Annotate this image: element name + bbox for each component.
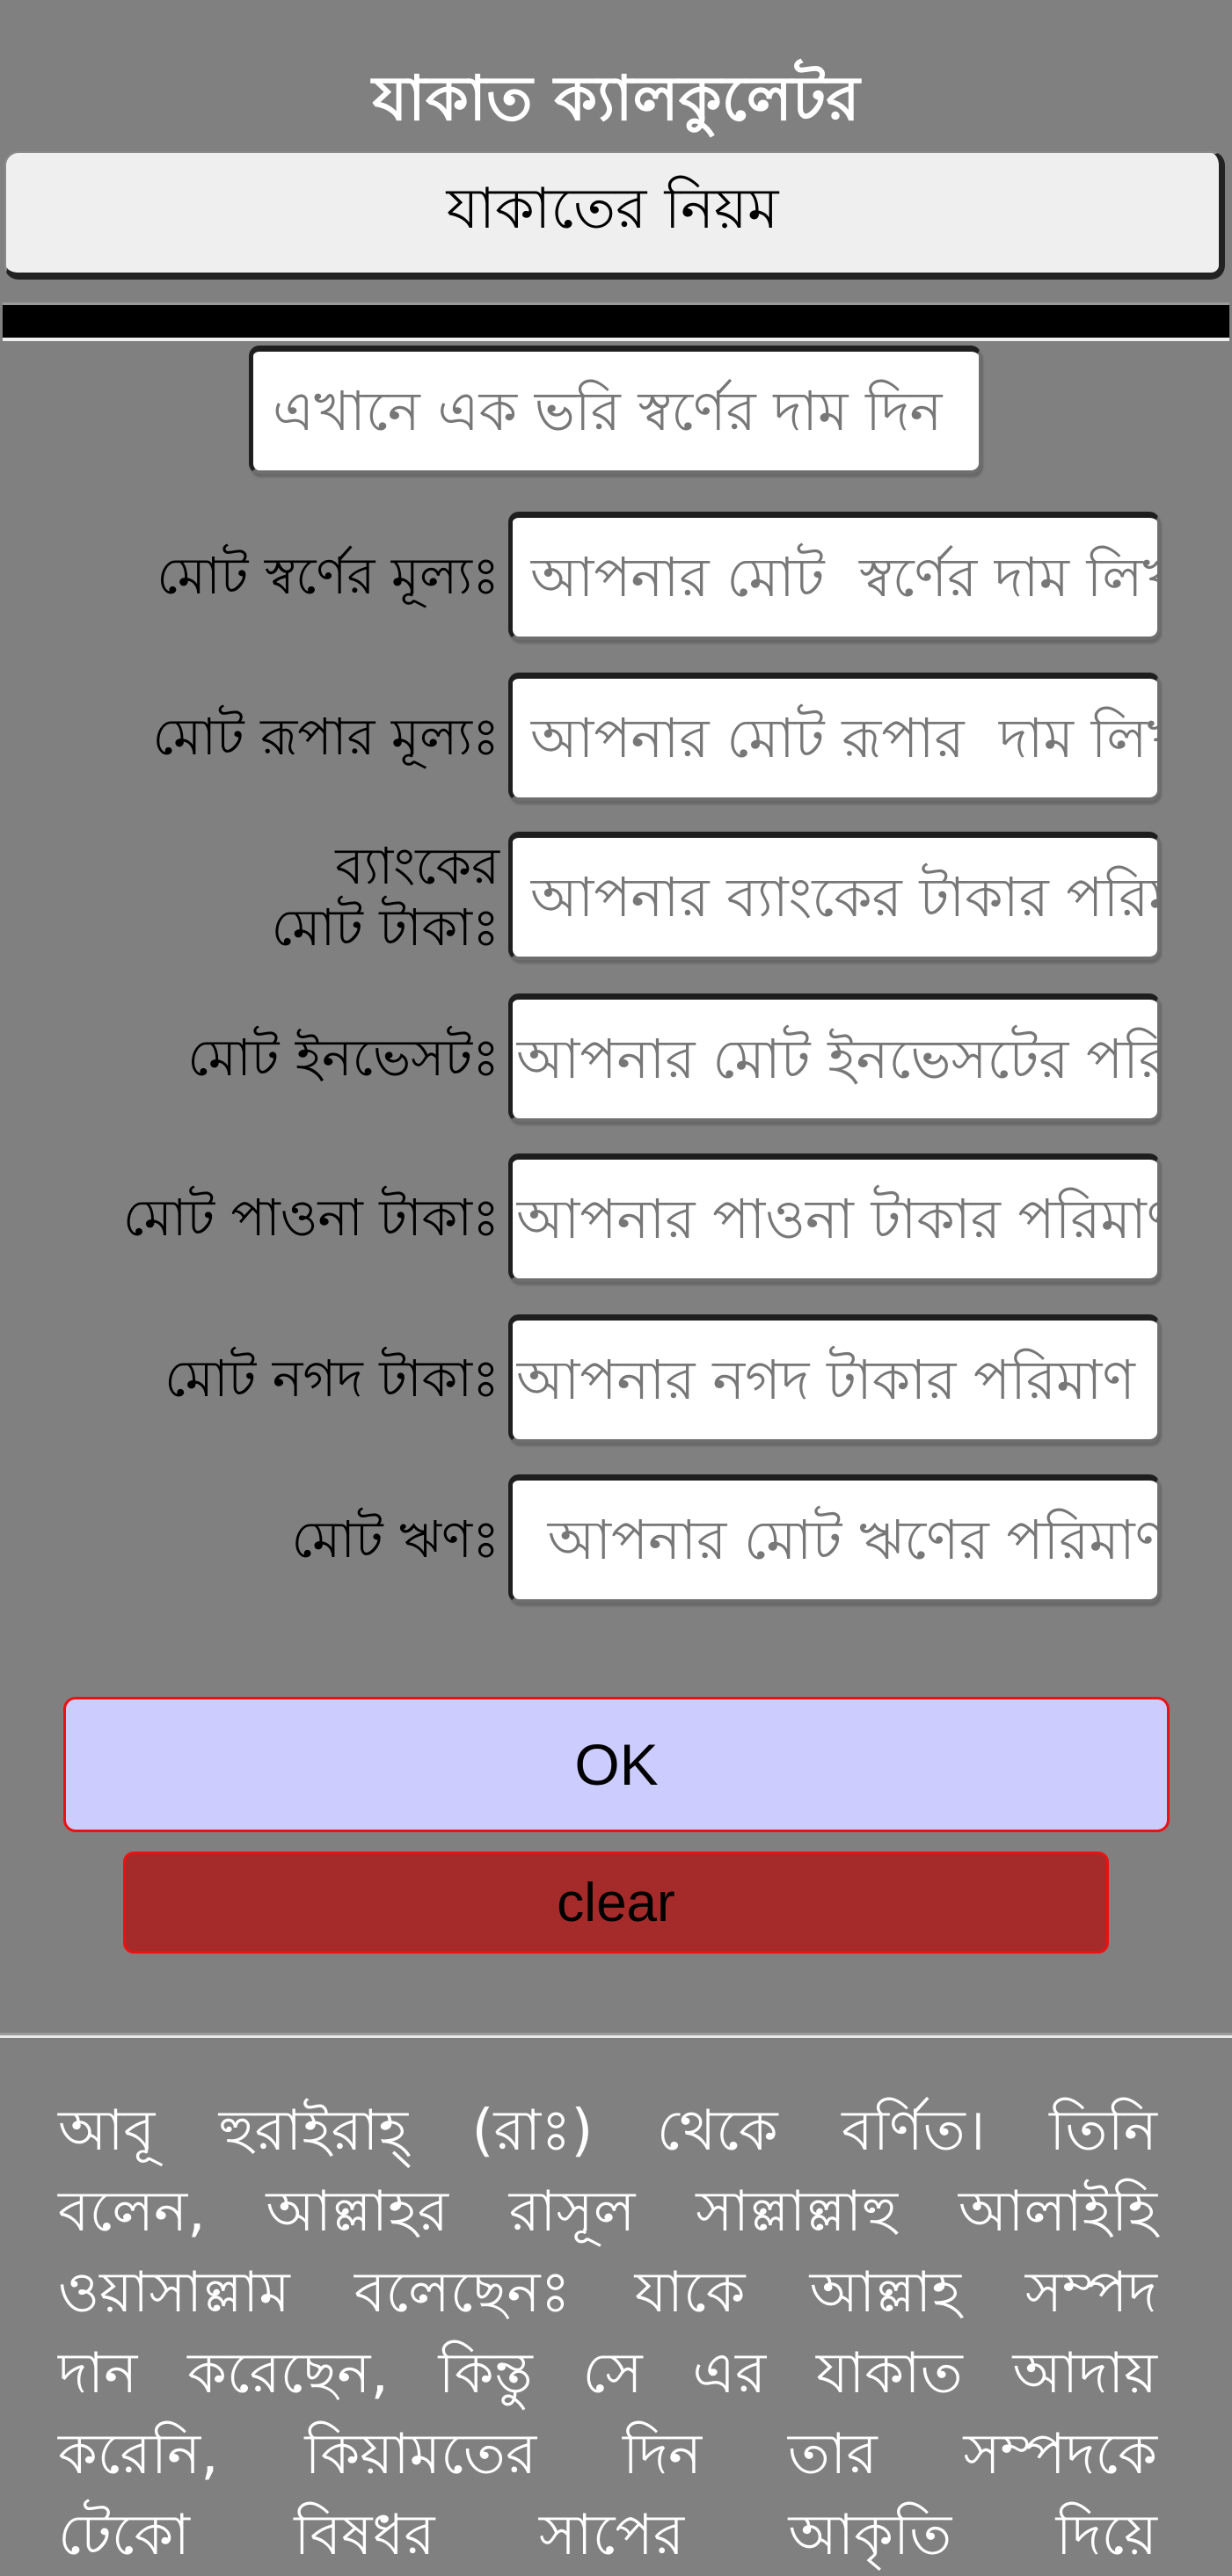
receivable-amount-input[interactable]: [508, 1153, 1160, 1282]
page-title: যাকাত ক্যালকুলেটর: [372, 62, 860, 135]
clear-button[interactable]: clear: [123, 1852, 1109, 1954]
total-debt-input[interactable]: [508, 1474, 1160, 1603]
hadith-line: টেকো বিষধর সাপের আকৃতি দিয়ে: [58, 2503, 1157, 2568]
hadith-line: দান করেছেন, কিন্তু সে এর যাকাত আদায়: [58, 2341, 1157, 2406]
total-gold-value-input[interactable]: [508, 512, 1160, 640]
gold-rate-per-vori-input[interactable]: [249, 346, 981, 474]
hadith-text: আবূ হুরাইরাহ্ (রাঃ) থেকে বর্ণিত। তিনি বল…: [58, 2091, 1157, 2576]
hadith-line: বলেন, আল্লাহর রাসূল সাল্লাল্লাহু আলাইহি: [58, 2179, 1157, 2245]
total-investment-input[interactable]: [508, 993, 1160, 1122]
total-debt-label: মোট ঋণঃ: [291, 1510, 499, 1569]
hadith-line: ওয়াসাল্লাম বলেছেনঃ যাকে আল্লাহ সম্পদ: [58, 2260, 1157, 2325]
cash-amount-input[interactable]: [508, 1314, 1160, 1443]
total-silver-value-label: মোট রূপার মূল্যঃ: [152, 707, 499, 767]
cash-amount-label: মোট নগদ টাকাঃ: [164, 1349, 499, 1408]
zakat-rules-button[interactable]: যাকাতের নিয়ম: [4, 151, 1225, 280]
bank-balance-input[interactable]: [508, 832, 1160, 960]
total-gold-value-label: মোট স্বর্ণের মূল্যঃ: [157, 546, 499, 606]
hadith-line: আবূ হুরাইরাহ্ (রাঃ) থেকে বর্ণিত। তিনি: [58, 2099, 1157, 2164]
receivable-amount-label: মোট পাওনা টাকাঃ: [122, 1188, 499, 1248]
divider: [0, 2033, 1232, 2038]
bank-balance-label: ব্যাংকের মোট টাকাঃ: [271, 836, 499, 957]
separator-bar: [3, 302, 1229, 341]
total-silver-value-input[interactable]: [508, 673, 1160, 801]
total-investment-label: মোট ইনভেসটঃ: [187, 1028, 499, 1088]
ok-button[interactable]: OK: [63, 1697, 1170, 1832]
hadith-line: করেনি, কিয়ামতের দিন তার সম্পদকে: [58, 2422, 1157, 2487]
